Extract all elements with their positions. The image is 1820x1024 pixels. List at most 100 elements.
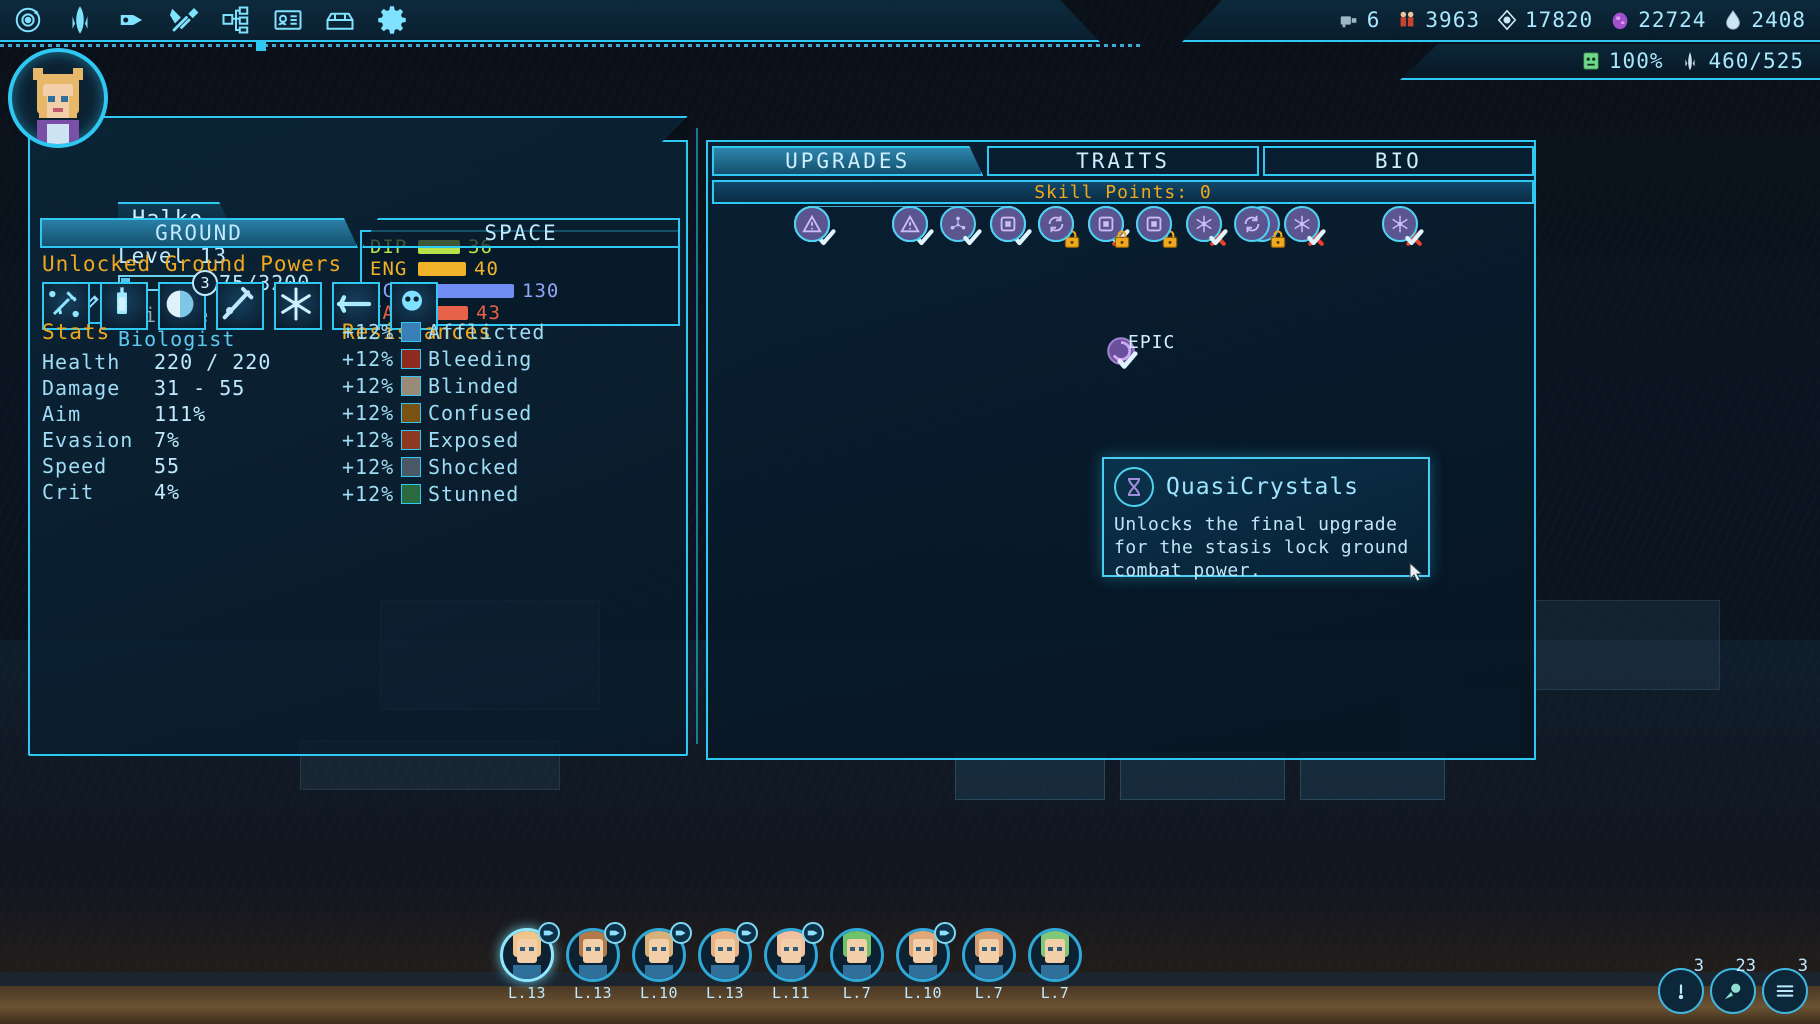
crew-portrait[interactable] xyxy=(830,928,884,982)
crew-member[interactable]: L.13 xyxy=(498,922,560,1002)
ship-icon[interactable] xyxy=(60,3,100,37)
menu-button[interactable]: 3 xyxy=(1762,956,1808,1014)
skill-node-cycle[interactable] xyxy=(1038,206,1074,242)
stat-value: 220 / 220 xyxy=(154,350,272,374)
resource-crew: 3963 xyxy=(1396,8,1480,32)
tech-tree-icon[interactable] xyxy=(216,3,256,37)
cargo-icon[interactable] xyxy=(320,3,360,37)
crew-portrait[interactable] xyxy=(962,928,1016,982)
tab-space-label: SPACE xyxy=(484,221,558,245)
bleeding-icon xyxy=(401,348,421,369)
crew-roster-icon[interactable] xyxy=(268,3,308,37)
top-toolbar xyxy=(0,0,1100,42)
resource-bar: 6 3963 17820 22724 2408 xyxy=(1182,0,1820,42)
tab-upgrades-label: UPGRADES xyxy=(785,149,911,173)
crew-member[interactable]: L.7 xyxy=(960,928,1018,1002)
power-frost-burst[interactable] xyxy=(274,282,322,330)
owned-check-icon xyxy=(1208,228,1228,248)
ship-hull-value: 100% xyxy=(1608,49,1664,73)
tools-icon[interactable] xyxy=(164,3,204,37)
skill-tooltip: QuasiCrystals Unlocks the final upgrade … xyxy=(1102,457,1430,581)
attribute-eng-bar xyxy=(418,262,466,276)
crew-level: L.13 xyxy=(705,984,745,1002)
crew-level: L.7 xyxy=(842,984,872,1002)
top-divider-line xyxy=(0,44,1140,47)
resistance-pct: +12% xyxy=(342,319,395,344)
attribute-eng-label: ENG xyxy=(370,258,408,280)
epic-label: EPIC xyxy=(1128,332,1176,353)
crew-member[interactable]: L.13 xyxy=(564,922,626,1002)
galaxy-map-icon[interactable] xyxy=(8,3,48,37)
upgrade-tabs: UPGRADES TRAITS BIO xyxy=(712,146,1534,176)
crew-member[interactable]: L.7 xyxy=(828,928,886,1002)
resistance-pct: +12% xyxy=(342,427,395,452)
ship-status-bar: 100% 460/525 xyxy=(1400,44,1820,80)
crew-rank-icon xyxy=(604,922,626,944)
owned-check-icon xyxy=(962,228,982,248)
resource-fuel-value: 6 xyxy=(1366,8,1381,32)
tab-traits-label: TRAITS xyxy=(1076,149,1170,173)
crew-portrait[interactable] xyxy=(1028,928,1082,982)
crew-level: L.11 xyxy=(771,984,811,1002)
crew-bar: L.13 L.13 L.10 L.13 L.11 L.7 L.10 L.7 L.7 xyxy=(498,922,1084,1002)
power-stasis-sphere[interactable]: 3 xyxy=(158,270,218,330)
alerts-button[interactable]: 3 xyxy=(1658,956,1704,1014)
stat-value: 31 - 55 xyxy=(154,376,246,400)
crew-member[interactable]: L.10 xyxy=(894,922,956,1002)
power-stack-count: 3 xyxy=(192,270,218,296)
stat-key: Evasion xyxy=(42,428,134,452)
resistance-label: Confused xyxy=(428,400,533,425)
skill-node-square[interactable] xyxy=(1136,206,1172,242)
stat-key: Aim xyxy=(42,402,82,426)
settings-icon[interactable] xyxy=(372,3,412,37)
ship-shields-value: 460/525 xyxy=(1708,49,1804,73)
stat-key: Crit xyxy=(42,480,95,504)
powers-title: Unlocked Ground Powers xyxy=(42,252,343,276)
missions-button[interactable]: 23 xyxy=(1710,956,1756,1014)
stat-row: Aim 111% xyxy=(42,402,332,428)
crew-rank-icon xyxy=(802,922,824,944)
resistance-pct: +12% xyxy=(342,346,395,371)
crew-member[interactable]: L.7 xyxy=(1026,928,1084,1002)
skill-points-label: Skill Points: 0 xyxy=(1034,181,1212,203)
tab-space[interactable]: SPACE xyxy=(362,218,680,248)
skill-node-molecule[interactable] xyxy=(940,206,982,246)
stat-row: Health 220 / 220 xyxy=(42,350,332,376)
crew-level: L.13 xyxy=(573,984,613,1002)
stat-row: Speed 55 xyxy=(42,454,332,480)
character-portrait[interactable] xyxy=(8,48,108,148)
crew-rank-icon xyxy=(736,922,758,944)
ship-shields: 460/525 xyxy=(1679,49,1804,73)
tab-traits[interactable]: TRAITS xyxy=(987,146,1259,176)
skill-node-warning[interactable] xyxy=(794,206,830,242)
power-shard-strike[interactable] xyxy=(216,282,264,330)
tab-bio[interactable]: BIO xyxy=(1262,146,1534,176)
skill-node-square[interactable] xyxy=(990,206,1026,242)
tab-upgrades[interactable]: UPGRADES xyxy=(712,146,983,176)
skill-node-square[interactable] xyxy=(1088,206,1130,248)
crew-member[interactable]: L.11 xyxy=(762,922,824,1002)
resistance-row: +12% Confused xyxy=(342,399,642,426)
missions-count: 23 xyxy=(1735,956,1756,976)
crew-member[interactable]: L.10 xyxy=(630,922,692,1002)
crew-member[interactable]: L.13 xyxy=(696,922,758,1002)
skill-points-bar: Skill Points: 0 xyxy=(712,180,1534,204)
skill-node-snowflake[interactable] xyxy=(1382,206,1424,246)
resistance-row: +12% Blinded xyxy=(342,372,642,399)
skill-node-snowflake[interactable] xyxy=(1186,206,1228,246)
skill-node-warning[interactable] xyxy=(892,206,928,242)
fleet-icon[interactable] xyxy=(112,3,152,37)
resource-intel-value: 22724 xyxy=(1638,8,1707,32)
skill-node-cycle[interactable] xyxy=(1234,206,1270,242)
stat-row: Evasion 7% xyxy=(42,428,332,454)
ship-hull: 100% xyxy=(1580,49,1664,73)
skill-node-snowflake[interactable] xyxy=(1284,206,1326,246)
resource-credits: 17820 xyxy=(1496,8,1593,32)
stats-list: Health 220 / 220 Damage 31 - 55 Aim 111% Ev… xyxy=(42,350,332,506)
hourglass-icon xyxy=(1114,467,1154,507)
upgrades-panel: UPGRADES TRAITS BIO Skill Points: 0 EPIC… xyxy=(706,140,1536,760)
tab-ground[interactable]: GROUND xyxy=(40,218,358,248)
stats-title: Stats xyxy=(42,320,111,344)
attribute-sci-value: 130 xyxy=(522,280,560,302)
crew-level: L.7 xyxy=(1040,984,1070,1002)
